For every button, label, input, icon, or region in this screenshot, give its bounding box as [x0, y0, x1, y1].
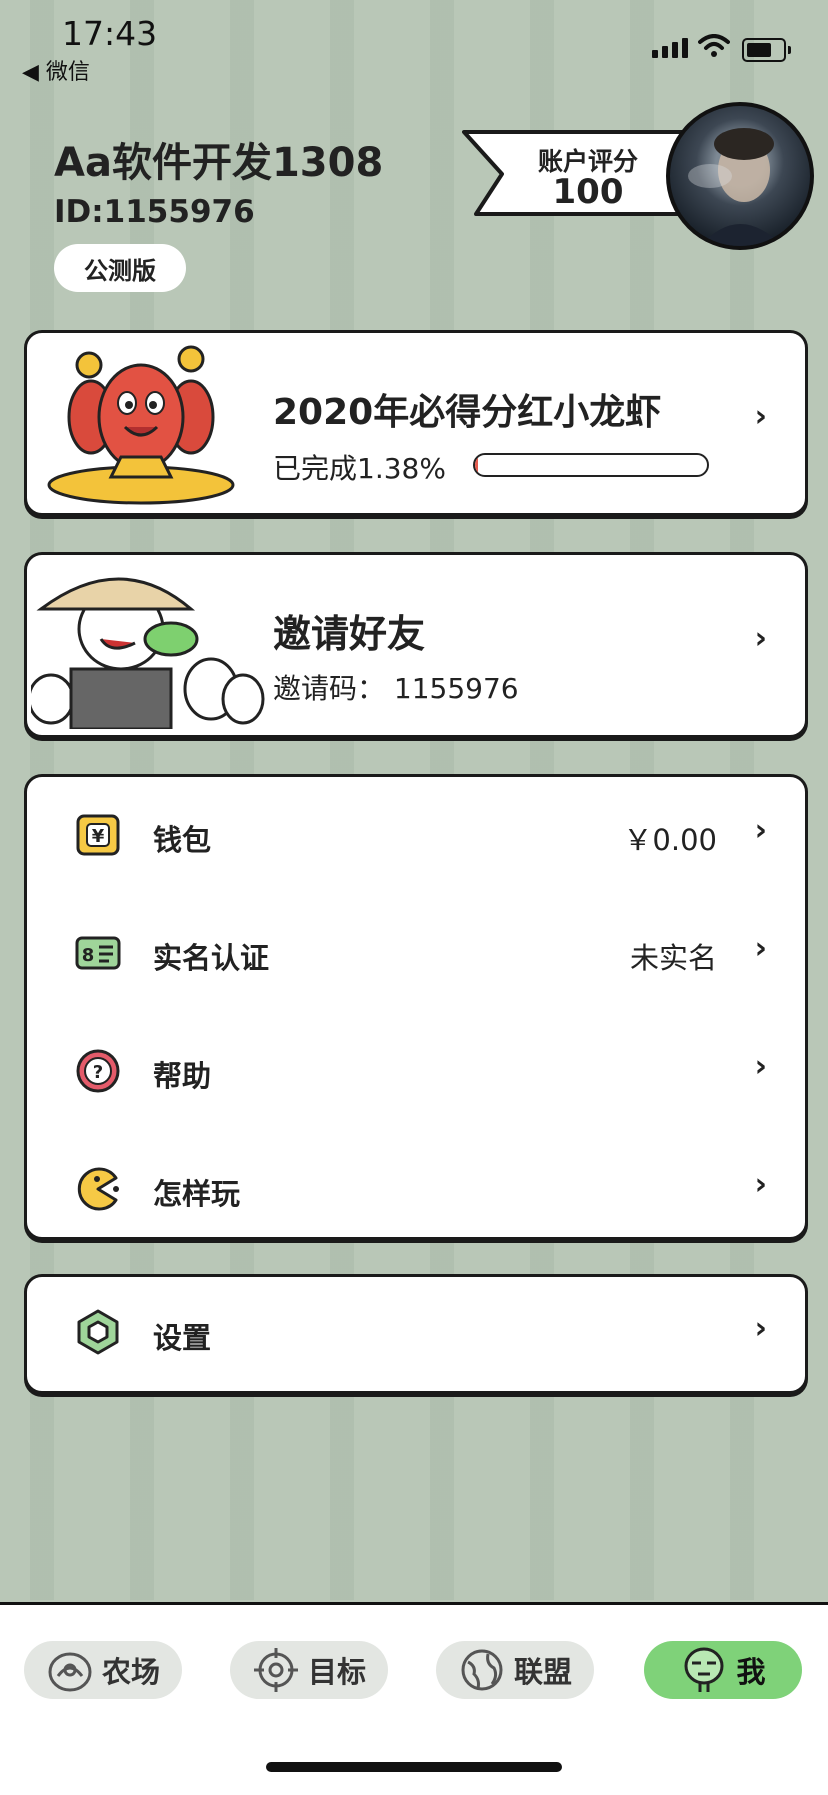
tab-alliance[interactable]: 联盟: [436, 1641, 594, 1699]
lobster-progress-bar: [473, 453, 709, 477]
menu-item-settings[interactable]: 设置 ›: [27, 1277, 805, 1391]
menu-item-help[interactable]: ? 帮助 ›: [27, 1013, 805, 1131]
settings-label: 设置: [153, 1321, 212, 1355]
farm-icon: [48, 1652, 92, 1692]
id-card-icon: 8: [75, 936, 121, 970]
menu-label: 怎样玩: [153, 1177, 241, 1211]
chevron-right-icon: ›: [754, 621, 767, 656]
menu-item-verification[interactable]: 8 实名认证 未实名 ›: [27, 895, 805, 1013]
beta-badge: 公测版: [54, 244, 186, 292]
face-icon: [684, 1647, 724, 1692]
chevron-right-icon: ›: [754, 1167, 767, 1202]
invite-card[interactable]: 邀请好友 邀请码： 1155976 ›: [24, 552, 808, 738]
wallet-balance: ￥0.00: [623, 823, 717, 857]
invite-title: 邀请好友: [273, 612, 426, 656]
status-bar: 17:43 ◀ 微信: [0, 0, 828, 85]
menu-item-how-to-play[interactable]: 怎样玩 ›: [27, 1131, 805, 1249]
verification-status: 未实名: [629, 941, 717, 975]
chevron-right-icon: ›: [754, 1311, 767, 1346]
username: Aa软件开发1308: [54, 140, 384, 186]
target-icon: [253, 1648, 298, 1692]
globe-icon: [461, 1649, 503, 1691]
back-to-wechat[interactable]: ◀ 微信: [22, 54, 90, 86]
avatar-portrait: [688, 128, 782, 246]
tab-label: 联盟: [513, 1655, 572, 1689]
score-value: 100: [552, 172, 624, 212]
chevron-right-icon: ›: [754, 931, 767, 966]
invite-code: 邀请码： 1155976: [273, 672, 519, 705]
lobster-progress-fill: [475, 455, 479, 475]
menu-item-wallet[interactable]: ¥ 钱包 ￥0.00 ›: [27, 777, 805, 895]
wifi-icon: [698, 34, 730, 57]
battery-icon: [742, 38, 791, 62]
chevron-right-icon: ›: [754, 1049, 767, 1084]
menu-label: 帮助: [153, 1059, 212, 1093]
chevron-right-icon: ›: [754, 399, 767, 434]
lobster-progress-text: 已完成1.38%: [273, 452, 446, 485]
svg-text:8: 8: [82, 945, 95, 966]
chevron-right-icon: ›: [754, 813, 767, 848]
lobster-title: 2020年必得分红小龙虾: [273, 392, 662, 433]
invite-illustration: [31, 577, 265, 729]
pacman-icon: [77, 1167, 119, 1211]
hexagon-icon: [77, 1309, 119, 1355]
help-icon: ?: [76, 1049, 120, 1093]
wallet-icon: ¥: [76, 814, 120, 856]
tab-label: 我: [736, 1655, 766, 1689]
avatar[interactable]: [666, 102, 814, 250]
tab-target[interactable]: 目标: [230, 1641, 388, 1699]
svg-text:¥: ¥: [92, 826, 105, 847]
tab-label: 目标: [307, 1655, 366, 1689]
user-id: ID:1155976: [54, 194, 255, 230]
tab-label: 农场: [101, 1655, 160, 1689]
home-indicator: [266, 1762, 562, 1772]
menu-label: 实名认证: [153, 941, 270, 975]
tab-me[interactable]: 我: [644, 1641, 802, 1699]
menu-label: 钱包: [153, 823, 212, 857]
status-time: 17:43: [62, 14, 158, 53]
svg-text:?: ?: [93, 1062, 103, 1083]
lobster-illustration: [47, 345, 235, 505]
lobster-card[interactable]: 2020年必得分红小龙虾 已完成1.38% ›: [24, 330, 808, 516]
menu-list: ¥ 钱包 ￥0.00 › 8 实名认证 未实名 › ? 帮助 › 怎样玩 ›: [24, 774, 808, 1240]
signal-icon: [652, 38, 688, 58]
settings-card[interactable]: 设置 ›: [24, 1274, 808, 1394]
tab-farm[interactable]: 农场: [24, 1641, 182, 1699]
